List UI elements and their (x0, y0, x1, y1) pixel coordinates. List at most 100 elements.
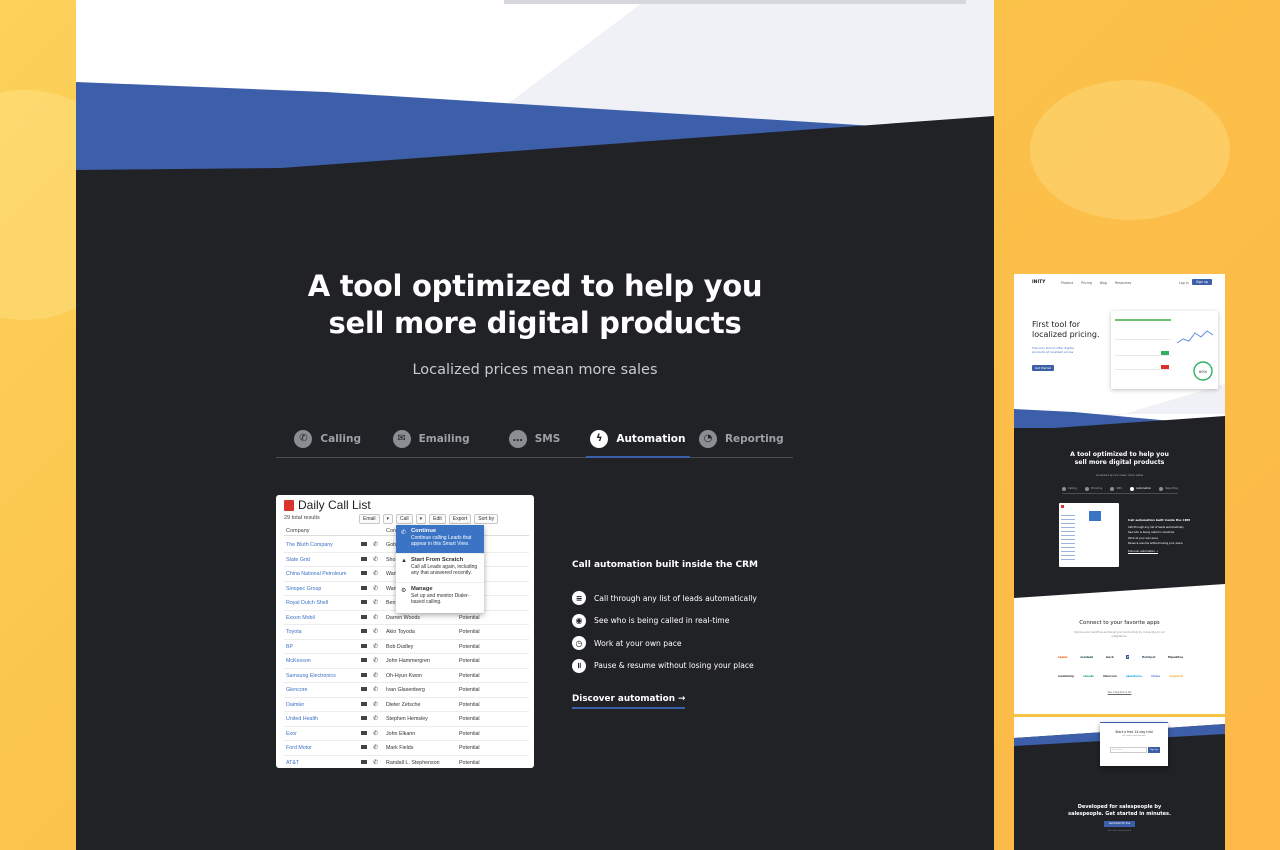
phone-icon[interactable]: ✆ (373, 541, 378, 548)
sort-button[interactable]: Sort by (474, 514, 499, 524)
export-button[interactable]: Export (448, 514, 472, 524)
edit-button[interactable]: Edit (429, 514, 446, 524)
thumb-logo[interactable]: INITY (1032, 280, 1045, 285)
company-cell[interactable]: Glencore (286, 687, 308, 693)
contact-cell: Gob (386, 542, 397, 548)
menu-item-continue[interactable]: ✆ Continue Continue calling Leads that a… (396, 525, 484, 554)
company-cell[interactable]: Toyota (286, 629, 302, 635)
phone-icon[interactable]: ✆ (373, 614, 378, 621)
phone-icon[interactable]: ✆ (373, 715, 378, 722)
contact-cell: John Hammergren (386, 658, 430, 664)
thumb-tab[interactable]: SMS (1110, 484, 1122, 493)
gear-icon: ⚙ (401, 588, 407, 594)
call-list-title-text: Daily Call List (298, 498, 371, 512)
email-button[interactable]: Email (359, 514, 380, 524)
company-cell[interactable]: Exor (286, 731, 297, 737)
table-row[interactable]: United Health ✆ Stephen Hemsley Potential (284, 712, 529, 727)
thumb-nav-item[interactable]: Pricing (1081, 281, 1092, 285)
table-row[interactable]: Exor ✆ John Elkann Potential (284, 727, 529, 741)
company-cell[interactable]: Royal Dutch Shell (286, 600, 328, 606)
company-cell[interactable]: Daimler (286, 702, 304, 708)
phone-icon[interactable]: ✆ (373, 628, 378, 635)
company-cell[interactable]: BP (286, 644, 293, 650)
tab-emailing[interactable]: ✉ Emailing (379, 420, 482, 457)
thumb-email-input[interactable]: Your email (1110, 747, 1147, 753)
company-cell[interactable]: AT&T (286, 760, 299, 766)
table-row[interactable]: McKesson ✆ John Hammergren Potential (284, 654, 529, 669)
discover-automation-link[interactable]: Discover automation → (572, 694, 686, 709)
tab-automation[interactable]: ϟ Automation (586, 420, 691, 458)
tab-sms[interactable]: … SMS (483, 420, 586, 457)
envelope-icon[interactable] (361, 658, 367, 662)
thumb-form-button[interactable]: Sign up (1148, 747, 1160, 753)
menu-item-manage[interactable]: ⚙ Manage Set up and monitor Dialer-based… (396, 583, 484, 612)
envelope-icon[interactable] (361, 571, 367, 575)
envelope-icon[interactable] (361, 614, 367, 619)
thumb-tabs: Calling Emailing SMS Automation Reportin… (1062, 484, 1178, 494)
thumb-hero-button[interactable]: Get Started (1032, 365, 1055, 371)
phone-icon[interactable]: ✆ (373, 759, 378, 766)
table-row[interactable]: Daimler ✆ Dieter Zetsche Potential (284, 698, 529, 712)
envelope-icon[interactable] (361, 556, 367, 561)
phone-icon[interactable]: ✆ (373, 556, 378, 563)
envelope-icon[interactable] (361, 701, 367, 706)
thumb-tab[interactable]: Reporting (1159, 484, 1178, 493)
menu-item-start-from-scratch[interactable]: ▲ Start From Scratch Call all Leads agai… (396, 554, 484, 583)
company-cell[interactable]: The Bluth Company (286, 542, 333, 548)
phone-icon[interactable]: ✆ (373, 686, 378, 693)
company-cell[interactable]: Samsung Electronics (286, 673, 336, 679)
phone-icon[interactable]: ✆ (373, 570, 378, 577)
table-row[interactable]: Ford Motor ✆ Mark Fields Potential (284, 741, 529, 756)
phone-icon[interactable]: ✆ (373, 744, 378, 751)
table-row[interactable]: AT&T ✆ Randall L. Stephenson Potential (284, 756, 529, 769)
phone-icon[interactable]: ✆ (373, 672, 378, 679)
thumb-footer-line: salespeople. Get started in minutes. (1068, 810, 1171, 817)
call-dropdown-button[interactable]: ▾ (415, 514, 427, 524)
email-dropdown-button[interactable]: ▾ (382, 514, 394, 524)
thumb-nav-item[interactable]: Resources (1115, 281, 1131, 285)
envelope-icon[interactable] (361, 745, 367, 749)
table-row[interactable]: Glencore ✆ Ivan Glasenberg Potential (284, 683, 529, 698)
envelope-icon[interactable] (361, 730, 367, 735)
phone-icon[interactable]: ✆ (373, 701, 378, 708)
phone-icon[interactable]: ✆ (373, 730, 378, 737)
tab-reporting[interactable]: ◔ Reporting (690, 420, 793, 457)
phone-icon[interactable]: ✆ (373, 657, 378, 664)
phone-icon[interactable]: ✆ (373, 643, 378, 650)
table-row[interactable]: Samsung Electronics ✆ Oh-Hyun Kwon Potentia… (284, 669, 529, 683)
envelope-icon[interactable] (361, 629, 367, 633)
thumb-tab[interactable]: Automation (1130, 484, 1151, 493)
envelope-icon[interactable] (361, 643, 367, 648)
thumb-tab[interactable]: Emailing (1085, 484, 1102, 493)
company-cell[interactable]: Ford Motor (286, 745, 312, 751)
envelope-icon[interactable] (361, 585, 367, 590)
thumb-tab[interactable]: Calling (1062, 484, 1077, 493)
envelope-icon[interactable] (361, 600, 367, 604)
company-cell[interactable]: Exxon Mobil (286, 615, 315, 621)
company-cell[interactable]: Sinopec Group (286, 586, 321, 592)
thumb-nav-item[interactable]: Blog (1100, 281, 1107, 285)
company-cell[interactable]: State Grid (286, 557, 310, 563)
envelope-icon[interactable] (361, 542, 367, 546)
table-row[interactable]: BP ✆ Bob Dudley Potential (284, 640, 529, 654)
company-cell[interactable]: China National Petroleum (286, 571, 346, 577)
thumb-nav-item[interactable]: Product (1061, 281, 1073, 285)
thumb-signup-button[interactable]: Sign up (1192, 279, 1213, 285)
envelope-icon[interactable] (361, 759, 367, 764)
company-cell[interactable]: McKesson (286, 658, 311, 664)
column-contact[interactable]: Con (386, 528, 396, 534)
company-cell[interactable]: United Health (286, 716, 318, 722)
thumb-footer-button[interactable]: Get started for free (1104, 821, 1135, 827)
column-company[interactable]: Company (286, 528, 310, 534)
tab-calling[interactable]: ✆ Calling (276, 420, 379, 457)
table-row[interactable]: Toyota ✆ Akio Toyoda Potential (284, 625, 529, 640)
envelope-icon[interactable] (361, 687, 367, 691)
thumb-apps-link[interactable]: See integrations list (1014, 691, 1225, 694)
envelope-icon[interactable] (361, 672, 367, 677)
thumb-features-link[interactable]: Discover automation → (1128, 549, 1190, 554)
thumb-login[interactable]: Log in (1179, 281, 1189, 285)
envelope-icon[interactable] (361, 716, 367, 720)
phone-icon[interactable]: ✆ (373, 585, 378, 592)
call-button[interactable]: Call (396, 514, 413, 524)
phone-icon[interactable]: ✆ (373, 599, 378, 606)
